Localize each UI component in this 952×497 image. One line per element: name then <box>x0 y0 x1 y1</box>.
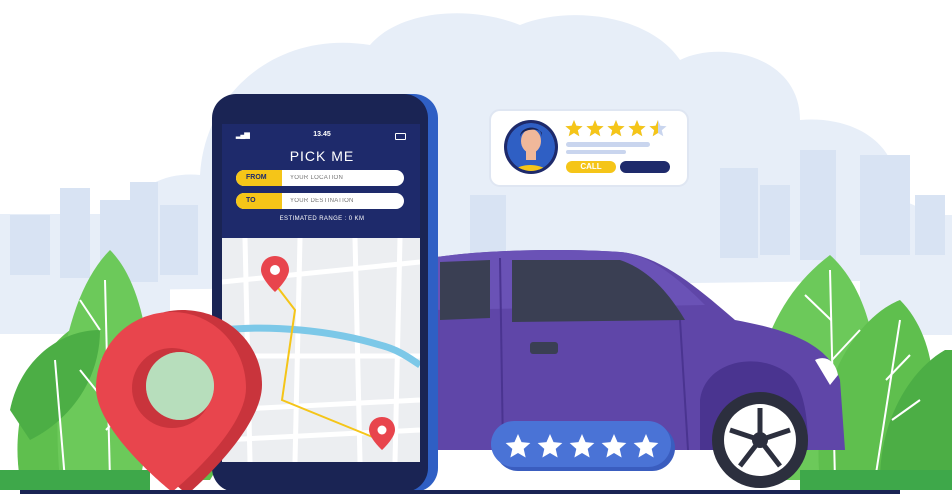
ground-line <box>20 490 900 494</box>
estimated-range: ESTIMATED RANGE : 0 KM <box>279 216 365 222</box>
battery-icon <box>395 133 406 140</box>
from-field[interactable]: FROM <box>236 170 404 186</box>
card-info-line <box>566 142 650 147</box>
to-input[interactable] <box>290 193 400 209</box>
message-button <box>620 161 670 173</box>
from-input[interactable] <box>290 170 400 186</box>
phone-screen: ▂▄▆ 13.45 PICK ME FROM TO ESTIMATED RANG… <box>224 126 420 236</box>
call-button-label[interactable]: CALL <box>566 161 616 173</box>
to-label: TO <box>236 193 282 209</box>
app-title: PICK ME <box>289 148 355 164</box>
to-field[interactable]: TO <box>236 193 404 209</box>
from-label: FROM <box>236 170 282 186</box>
status-time: 13.45 <box>313 131 331 138</box>
status-bar: ▂▄▆ 13.45 <box>224 130 420 142</box>
illustration-stage: ▂▄▆ 13.45 PICK ME FROM TO ESTIMATED RANG… <box>0 0 952 497</box>
scene-illustration <box>0 13 952 494</box>
card-info-line <box>566 150 626 154</box>
